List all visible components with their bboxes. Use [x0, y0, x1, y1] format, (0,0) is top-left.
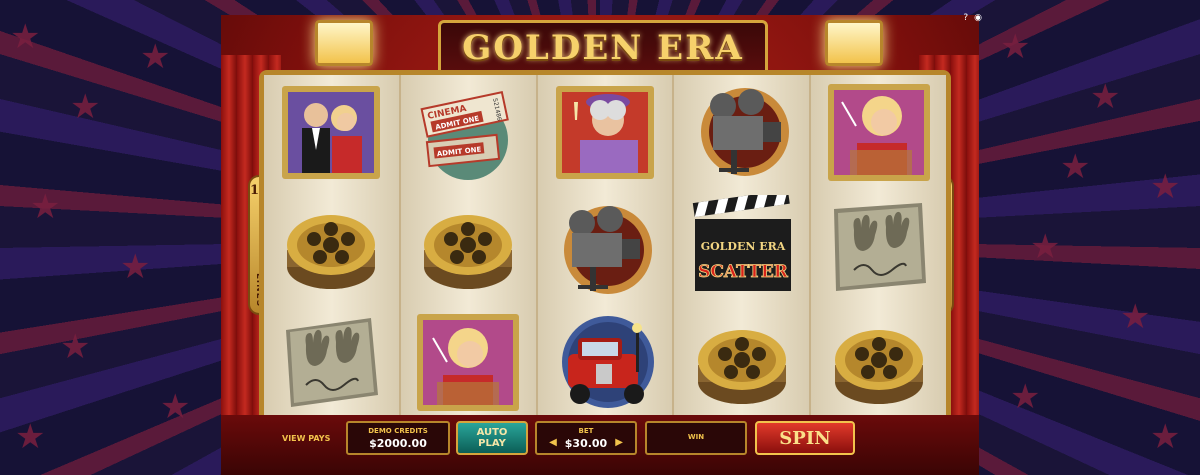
hand-prints-symbol	[824, 195, 934, 300]
reel-3	[537, 75, 675, 420]
scatter-label-text: SCATTER	[698, 262, 789, 282]
reel-2: CINEMA ADMIT ONE 521486 ADMIT ONE	[400, 75, 538, 420]
movie-camera-symbol	[550, 195, 660, 300]
red-car-symbol	[550, 310, 660, 415]
cinema-tickets-symbol: CINEMA ADMIT ONE 521486 ADMIT ONE	[413, 80, 523, 185]
reel-5	[811, 75, 946, 420]
credits-value: $2000.00	[369, 436, 427, 450]
bet-increase-icon[interactable]: ▶	[615, 437, 623, 448]
slot-machine: GOLDEN ERA 15 LINES 15 LINES CINEMAADMIT…	[221, 15, 979, 475]
blonde-starlet-symbol	[824, 80, 934, 185]
help-icons: ? ◉	[963, 13, 982, 23]
autoplay-label-1: AUTO	[476, 427, 508, 438]
couple-symbol	[276, 80, 386, 185]
lamp-left-icon	[315, 20, 373, 66]
reel-4: GOLDEN ERA SCATTER	[674, 75, 812, 420]
lamp-right-icon	[825, 20, 883, 66]
scatter-title-text: GOLDEN ERA	[700, 240, 785, 253]
help-icon[interactable]: ?	[963, 13, 968, 23]
bet-label: BET	[578, 426, 594, 435]
film-reel-symbol	[413, 195, 523, 300]
hand-prints-symbol	[276, 310, 386, 415]
game-title: GOLDEN ERA	[462, 28, 744, 68]
win-label: WIN	[687, 433, 705, 441]
film-reel-symbol	[687, 310, 797, 415]
bet-value: $30.00	[564, 436, 608, 450]
bet-decrease-icon[interactable]: ◀	[549, 437, 557, 448]
film-reel-symbol	[824, 310, 934, 415]
autoplay-label-2: PLAY	[478, 438, 506, 449]
sound-icon[interactable]: ◉	[974, 13, 982, 23]
film-reel-symbol	[276, 195, 386, 300]
spin-button[interactable]: SPIN	[755, 421, 855, 455]
game-logo: GOLDEN ERA	[438, 20, 768, 76]
credits-label: DEMO CREDITS	[368, 426, 428, 435]
win-display: WIN	[645, 421, 747, 455]
scatter-clapperboard-symbol: GOLDEN ERA SCATTER	[687, 195, 797, 300]
blonde-starlet-symbol	[413, 310, 523, 415]
reel-1	[264, 75, 401, 420]
credits-display: DEMO CREDITS $2000.00	[346, 421, 450, 455]
control-bar: VIEW PAYS DEMO CREDITS $2000.00 AUTO PLA…	[221, 415, 979, 475]
view-pays-link[interactable]: VIEW PAYS	[282, 434, 330, 443]
old-lady-symbol	[550, 80, 660, 185]
movie-camera-symbol	[687, 80, 797, 185]
autoplay-button[interactable]: AUTO PLAY	[456, 421, 528, 455]
reels-area: CINEMA ADMIT ONE 521486 ADMIT ONE GOLDEN…	[259, 70, 951, 425]
bet-display: BET ◀ $30.00 ▶	[535, 421, 637, 455]
